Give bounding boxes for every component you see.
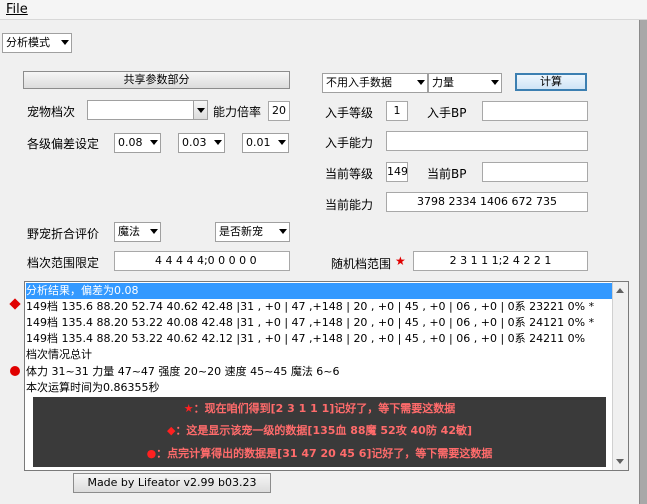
deviation-select-3[interactable]: 0.01 [242,133,289,153]
chevron-down-icon [278,140,286,145]
wild-eval-label: 野宠折合评价 [27,227,100,241]
result-line[interactable]: 本次运算时间为0.86355秒 [26,380,160,396]
result-line[interactable]: 体力 31~31 力量 47~47 强度 20~20 速度 45~45 魔法 6… [26,364,340,380]
chevron-down-icon [214,140,222,145]
annotation-panel: ★：现在咱们得到[2 3 1 1 1]记好了，等下需要这数据 ◆：这是显示该宠一… [33,397,606,467]
stat-select[interactable]: 力量 [428,73,502,93]
chevron-down-icon [417,80,425,85]
entry-ability-label: 入手能力 [325,136,374,150]
random-range-input[interactable]: 2 3 1 1 1;2 4 2 2 1 [413,251,588,271]
pet-level-label: 宠物档次 [27,105,76,119]
menu-bar: File [0,0,647,20]
chevron-down-icon [197,108,205,113]
menu-file[interactable]: File [6,2,28,17]
chevron-down-icon [150,229,158,234]
deviation-select-1[interactable]: 0.08 [114,133,161,153]
ratio-label: 能力倍率 [213,105,262,119]
star-icon: ★ [183,402,194,415]
current-bp-input[interactable] [482,162,588,182]
chevron-down-icon [61,40,69,45]
result-line[interactable]: 149档 135.6 88.20 52.74 40.62 42.48 |31 ,… [26,299,594,315]
entry-bp-label: 入手BP [427,106,467,120]
result-line[interactable]: 分析结果，偏差为0.08 [26,283,612,299]
chevron-down-icon [150,140,158,145]
chevron-down-icon [279,229,287,234]
scroll-down-icon[interactable] [616,459,624,464]
dot-marker-icon [10,366,20,376]
current-level-label: 当前等级 [325,167,374,181]
result-line[interactable]: 档次情况总计 [26,347,92,363]
pet-level-dropdown-button[interactable] [193,100,208,120]
diamond-marker-icon [9,298,21,310]
about-button[interactable]: Made by Lifeator v2.99 b03.23 [73,473,271,493]
chevron-down-icon [491,80,499,85]
pet-level-select[interactable] [87,100,208,120]
shared-params-button[interactable]: 共享参数部分 [23,71,290,89]
current-bp-label: 当前BP [427,167,467,181]
entry-bp-input[interactable] [482,101,588,121]
window-edge [639,20,647,504]
scroll-up-icon[interactable] [616,288,624,293]
star-icon: ★ [395,254,406,268]
result-scrollbar[interactable] [612,282,628,470]
deviation-label: 各级偏差设定 [27,137,100,151]
wild-eval-select[interactable]: 魔法 [114,222,161,242]
ratio-input[interactable]: 20 [268,101,290,121]
range-label: 档次范围限定 [27,256,100,270]
current-ability-label: 当前能力 [325,198,374,212]
random-range-label: 随机档范围 [331,257,392,271]
entry-ability-input[interactable] [386,131,588,151]
entry-level-label: 入手等级 [325,106,374,120]
dot-icon: ● [146,447,157,460]
result-line[interactable]: 149档 135.4 88.20 53.22 40.62 42.12 |31 ,… [26,331,585,347]
result-line[interactable]: 149档 135.4 88.20 53.22 40.08 42.48 |31 ,… [26,315,594,331]
deviation-select-2[interactable]: 0.03 [178,133,225,153]
note-star: ★：现在咱们得到[2 3 1 1 1]记好了，等下需要这数据 [183,402,456,415]
current-ability-input[interactable]: 3798 2334 1406 672 735 [386,192,588,212]
calculate-button[interactable]: 计算 [515,73,587,91]
entry-mode-select[interactable]: 不用入手数据 [322,73,428,93]
note-dot: ●：点完计算得出的数据是[31 47 20 45 6]记好了，等下需要这数据 [146,447,493,460]
range-input[interactable]: 4 4 4 4 4;0 0 0 0 0 [114,251,290,271]
new-pet-select[interactable]: 是否新宠 [215,222,290,242]
note-diamond: ◆：这是显示该宠一级的数据[135血 88魔 52攻 40防 42敏] [166,424,473,437]
entry-level-input[interactable]: 1 [386,101,408,121]
current-level-input[interactable]: 149 [386,162,408,182]
mode-select[interactable]: 分析模式 [2,33,72,53]
